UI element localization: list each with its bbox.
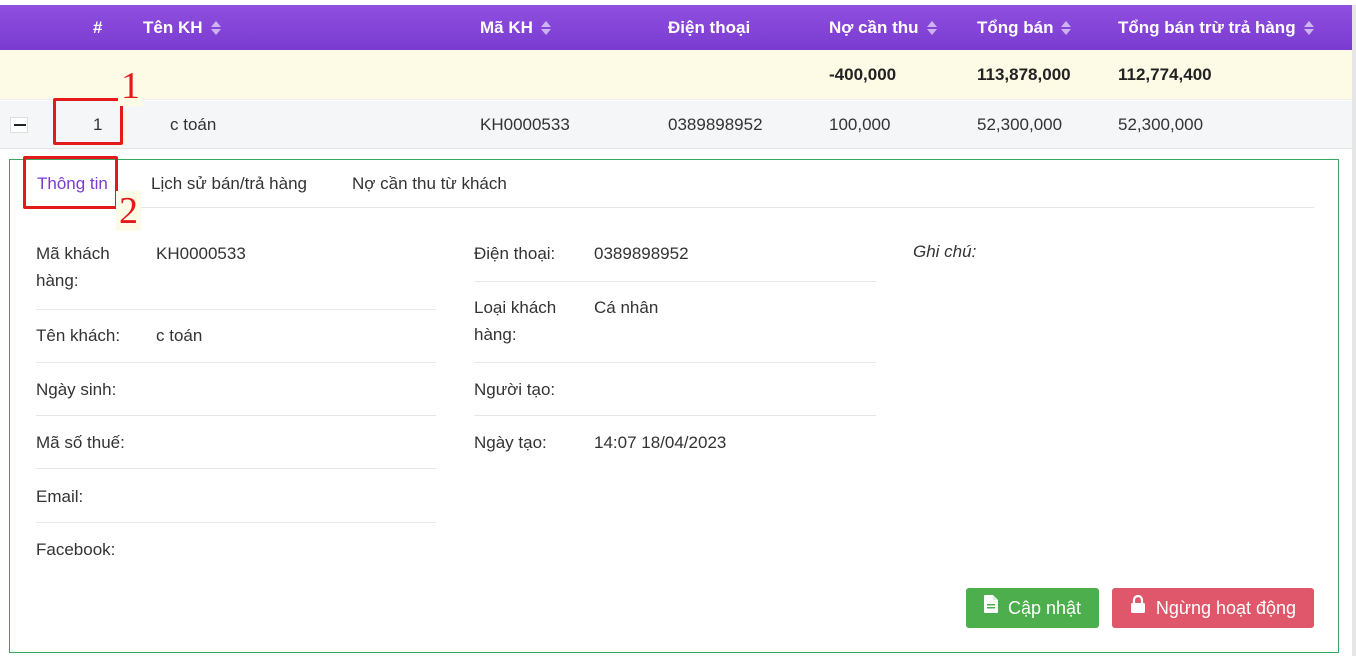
tab-sales-history[interactable]: Lịch sử bán/trả hàng: [151, 160, 307, 208]
note-label: Ghi chú:: [913, 242, 977, 261]
totals-row: -400,000 113,878,000 112,774,400: [0, 50, 1352, 100]
column-header-code[interactable]: Mã KH: [480, 5, 551, 50]
field-label: Người tạo:: [474, 380, 556, 399]
field-label: Mã khách hàng:: [36, 244, 110, 290]
field-value: 0389898952: [594, 244, 689, 263]
row-debt: 100,000: [829, 115, 891, 134]
table-row[interactable]: 1 c toán KH0000533 0389898952 100,000 52…: [0, 101, 1352, 149]
field-facebook: Facebook:: [36, 536, 436, 576]
document-icon: [983, 587, 998, 627]
sort-icon[interactable]: [926, 19, 937, 37]
column-header-index: #: [93, 5, 102, 50]
field-label: Email:: [36, 487, 84, 506]
update-button-label: Cập nhật: [1007, 598, 1082, 618]
column-label: Tên KH: [143, 18, 203, 37]
column-label: Tổng bán: [977, 18, 1054, 37]
column-header-debt[interactable]: Nợ cần thu: [829, 5, 937, 50]
annotation-number-1: 1: [118, 66, 143, 106]
field-label: Ngày sinh:: [36, 380, 117, 399]
scrollbar[interactable]: [1352, 5, 1356, 656]
table-header: # Tên KH Mã KH Điện thoại Nợ cần thu Tổn…: [0, 5, 1352, 50]
row-customer-name: c toán: [170, 115, 217, 134]
field-birthday: Ngày sinh:: [36, 376, 436, 416]
detail-tabs: Thông tin Lịch sử bán/trả hàng Nợ cần th…: [26, 160, 1314, 208]
field-tax-code: Mã số thuế:: [36, 429, 436, 469]
column-header-total-sales[interactable]: Tổng bán: [977, 5, 1072, 50]
sort-icon[interactable]: [210, 19, 221, 37]
field-customer-code: Mã khách hàng: KH0000533: [36, 240, 436, 310]
annotation-number-2: 2: [116, 191, 141, 231]
total-sales: 113,878,000: [977, 65, 1071, 84]
field-created-date: Ngày tạo: 14:07 18/04/2023: [474, 429, 876, 469]
column-header-net-sales[interactable]: Tổng bán trừ trả hàng: [1118, 5, 1314, 50]
update-button[interactable]: Cập nhật: [966, 588, 1099, 628]
field-customer-name: Tên khách: c toán: [36, 322, 436, 363]
total-debt: -400,000: [829, 65, 897, 84]
row-customer-code: KH0000533: [480, 115, 570, 134]
field-phone: Điện thoại: 0389898952: [474, 240, 876, 282]
annotation-box-1: [53, 98, 123, 145]
collapse-icon[interactable]: [10, 117, 28, 133]
row-phone: 0389898952: [668, 115, 763, 134]
row-net-sales: 52,300,000: [1118, 115, 1204, 134]
column-header-name[interactable]: Tên KH: [143, 5, 221, 50]
sort-icon[interactable]: [1061, 19, 1072, 37]
column-label: Mã KH: [480, 18, 533, 37]
field-email: Email:: [36, 483, 436, 523]
field-value: Cá nhân: [594, 298, 659, 317]
annotation-box-2: [23, 156, 118, 209]
field-created-by: Người tạo:: [474, 376, 876, 416]
field-label: Tên khách:: [36, 326, 121, 345]
field-label: Mã số thuế:: [36, 433, 125, 452]
field-label: Loại khách hàng:: [474, 298, 557, 344]
row-total-sales: 52,300,000: [977, 115, 1063, 134]
field-value: 14:07 18/04/2023: [594, 433, 727, 452]
sort-icon[interactable]: [540, 19, 551, 37]
tab-receivable-debt[interactable]: Nợ cần thu từ khách: [352, 160, 507, 208]
column-label: Tổng bán trừ trả hàng: [1118, 18, 1296, 37]
lock-icon: [1130, 587, 1146, 627]
total-net-sales: 112,774,400: [1118, 65, 1212, 84]
column-label: Nợ cần thu: [829, 18, 919, 37]
field-customer-type: Loại khách hàng: Cá nhân: [474, 294, 876, 363]
field-label: Facebook:: [36, 540, 116, 559]
column-label: #: [93, 18, 103, 37]
field-value: KH0000533: [156, 244, 246, 263]
column-label: Điện thoại: [668, 18, 751, 37]
deactivate-button[interactable]: Ngừng hoạt động: [1112, 588, 1314, 628]
field-value: c toán: [156, 326, 203, 345]
deactivate-button-label: Ngừng hoạt động: [1155, 598, 1297, 618]
field-label: Điện thoại:: [474, 244, 556, 263]
customer-detail-panel: Thông tin Lịch sử bán/trả hàng Nợ cần th…: [9, 159, 1339, 653]
sort-icon[interactable]: [1303, 19, 1314, 37]
field-label: Ngày tạo:: [474, 433, 547, 452]
column-header-phone: Điện thoại: [668, 5, 750, 50]
